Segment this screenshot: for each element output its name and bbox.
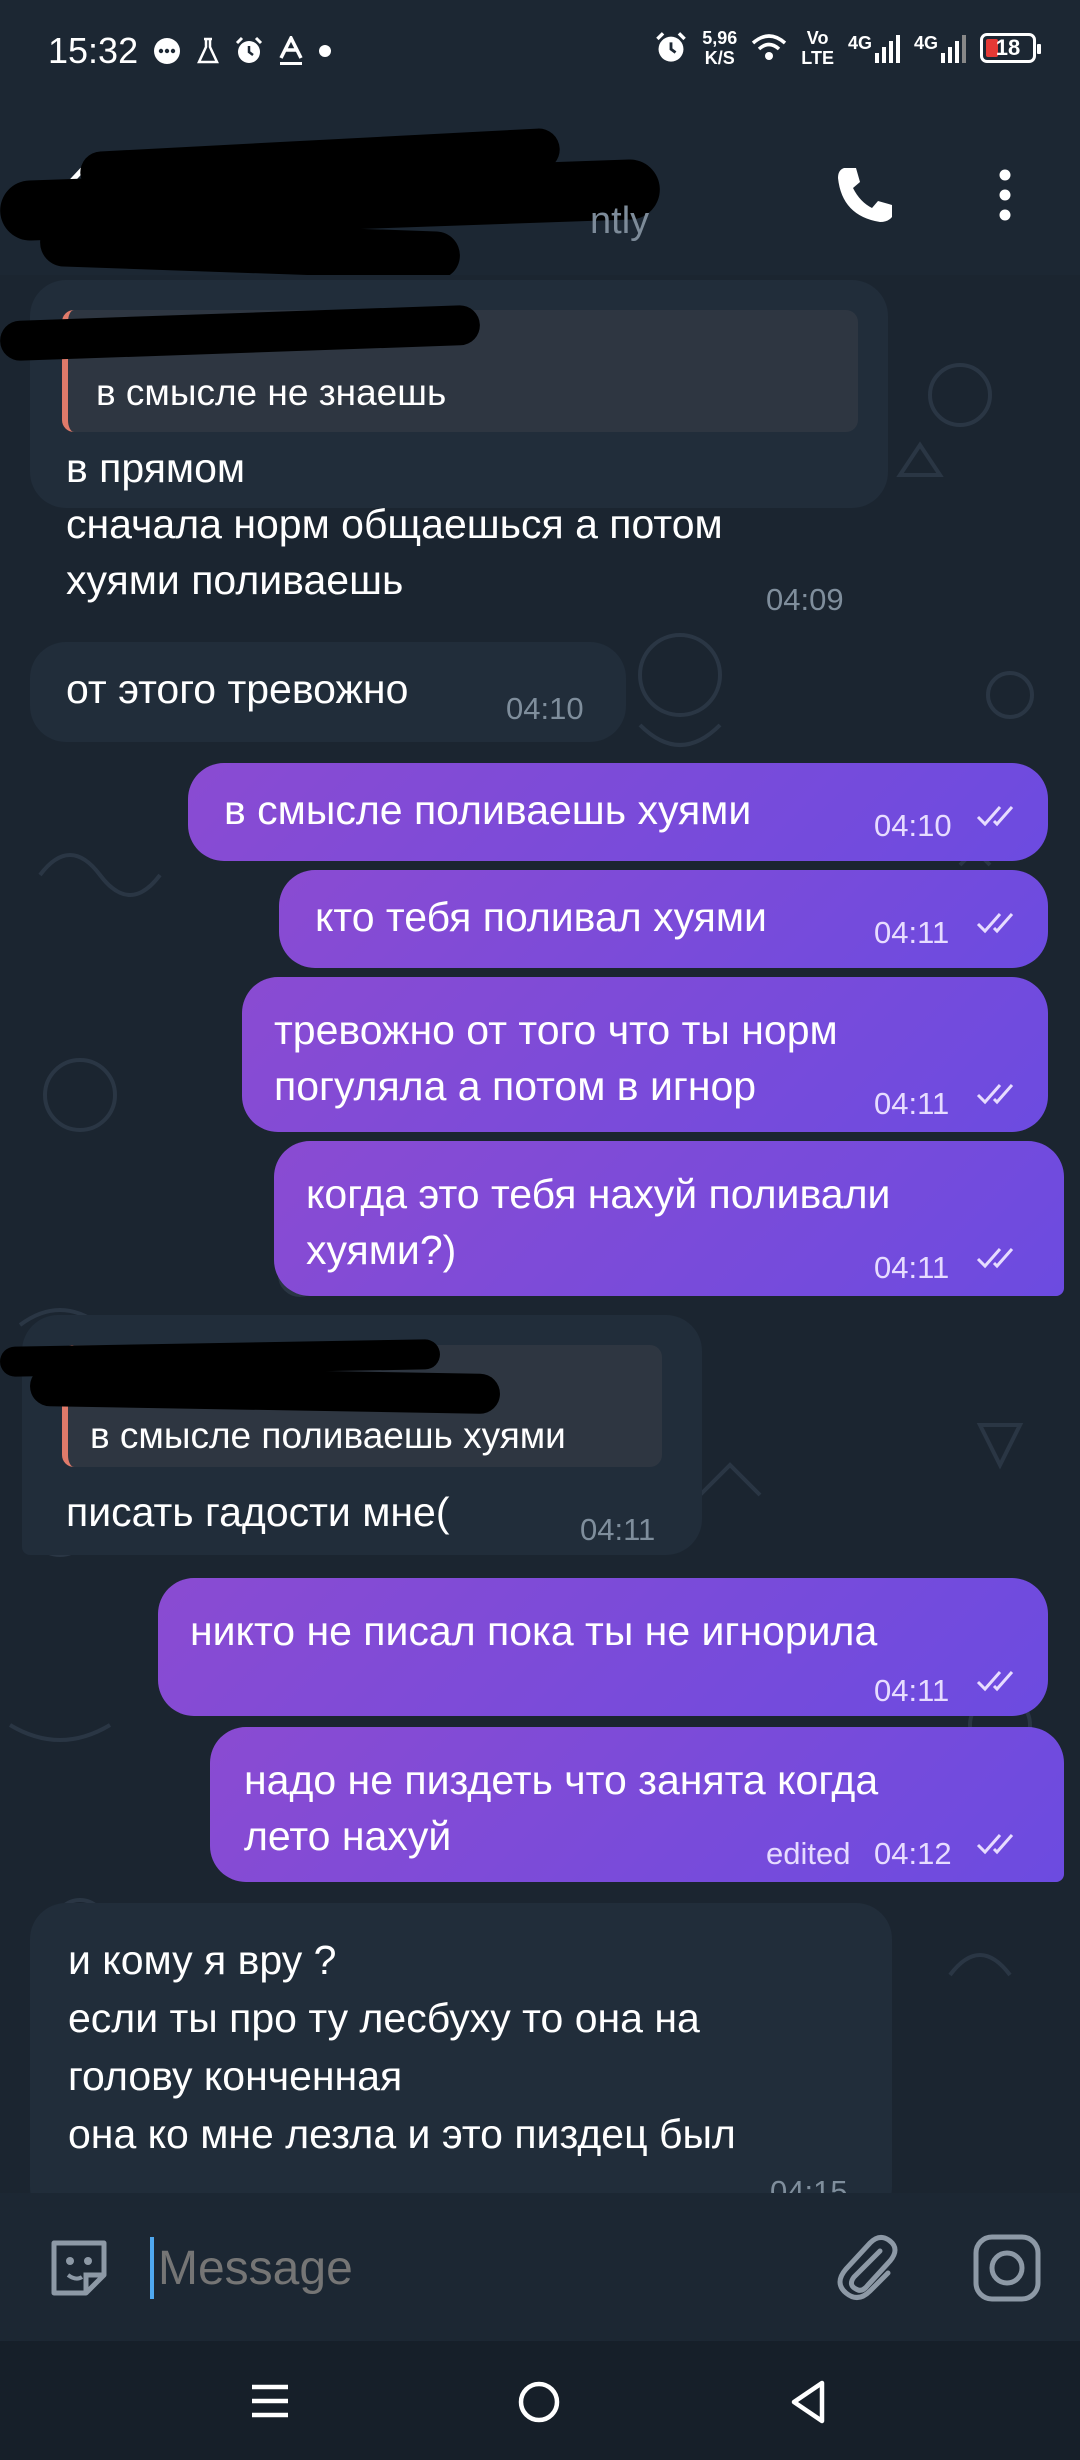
attach-icon[interactable]: [830, 2231, 904, 2305]
read-ticks-icon: [976, 1248, 1014, 1269]
message-line: хуями поливаешь: [66, 557, 404, 603]
outgoing-message[interactable]: кто тебя поливал хуями 04:11: [279, 870, 1048, 968]
message-text: кто тебя поливал хуями: [315, 894, 767, 940]
message-time: 04:11: [874, 915, 950, 950]
message-line: надо не пиздеть что занята когда: [244, 1757, 879, 1803]
read-ticks-icon: [976, 806, 1014, 827]
alarm-icon: [656, 32, 687, 62]
text-cursor: [150, 2237, 154, 2299]
message-line: сначала норм общаешься а потом: [66, 501, 723, 547]
reply-text: в смысле не знаешь: [96, 372, 447, 413]
message-time: 04:10: [506, 691, 584, 726]
message-line: голову конченная: [68, 2053, 403, 2099]
chat-icon: [154, 38, 181, 64]
signal-icon: [874, 35, 900, 63]
message-input[interactable]: [156, 2229, 800, 2307]
read-ticks-icon: [976, 913, 1014, 934]
battery-icon: 18: [980, 33, 1041, 63]
menu-icon[interactable]: [248, 2379, 292, 2423]
message-text: писать гадости мне(: [66, 1489, 450, 1535]
message-composer: [0, 2193, 1080, 2341]
status-right: 5,96 K/S Vo LTE 4G 4G 18: [654, 28, 1041, 68]
message-text: от этого тревожно: [66, 666, 409, 712]
message-time: 04:15: [770, 2174, 848, 2193]
message-time: 04:11: [580, 1512, 656, 1547]
sticker-icon[interactable]: [44, 2233, 114, 2303]
message-line: она ко мне лезла и это пиздец был: [68, 2111, 736, 2157]
camera-icon[interactable]: [970, 2231, 1044, 2305]
status-bar: 15:32 5,96 K/S Vo LTE 4G 4G 18: [0, 0, 1080, 110]
message-line: хуями?): [306, 1227, 457, 1273]
last-seen-status: ntly: [590, 200, 650, 242]
outgoing-message[interactable]: когда это тебя нахуй поливали хуями?) 04…: [274, 1141, 1064, 1296]
speed-value: 5,96: [702, 28, 738, 48]
back-icon[interactable]: [786, 2379, 830, 2425]
message-list[interactable]: в смысле не знаешь в прямом сначала норм…: [0, 275, 1080, 2193]
message-line: если ты про ту лесбуху то она на: [68, 1995, 700, 2041]
status-left: 15:32: [48, 30, 332, 72]
more-vertical-icon[interactable]: [985, 165, 1025, 225]
phone-icon[interactable]: [830, 160, 900, 230]
message-line: и кому я вру ?: [68, 1937, 337, 1983]
message-time: 04:11: [874, 1673, 950, 1708]
alarm-icon: [236, 36, 263, 63]
outgoing-message[interactable]: в смысле поливаешь хуями 04:10: [188, 763, 1048, 861]
signal-2: 4G: [914, 33, 966, 63]
volte-top: Vo: [806, 28, 829, 48]
message-time: 04:11: [874, 1250, 950, 1285]
message-line: лето нахуй: [244, 1813, 452, 1859]
message-line: тревожно от того что ты норм: [274, 1007, 838, 1053]
message-line: когда это тебя нахуй поливали: [306, 1171, 891, 1217]
home-icon[interactable]: [516, 2379, 562, 2425]
signal-icon: [941, 35, 966, 63]
message-line: погуляла а потом в игнор: [274, 1063, 757, 1109]
message-time: 04:09: [766, 582, 844, 617]
edited-label: edited: [766, 1836, 851, 1871]
volte-indicator: Vo LTE: [801, 28, 834, 68]
incoming-message[interactable]: от этого тревожно 04:10: [30, 642, 626, 742]
message-time: 04:12: [874, 1836, 952, 1871]
battery-level: 18: [995, 35, 1021, 60]
flask-icon: [197, 37, 220, 64]
read-ticks-icon: [976, 1671, 1014, 1692]
volte-bottom: LTE: [801, 48, 834, 68]
outgoing-message[interactable]: никто не писал пока ты не игнорила 04:11: [158, 1578, 1048, 1716]
network-speed: 5,96 K/S: [702, 28, 737, 68]
message-line: в прямом: [66, 445, 246, 491]
wifi-icon: [752, 34, 787, 60]
signal-1: 4G: [848, 33, 900, 63]
speed-unit: K/S: [704, 48, 735, 68]
message-time: 04:11: [874, 1086, 950, 1121]
message-text: в смысле поливаешь хуями: [224, 787, 752, 833]
message-text: никто не писал пока ты не игнорила: [190, 1608, 878, 1654]
system-nav-bar: [0, 2341, 1080, 2460]
net-type-2: 4G: [913, 33, 938, 53]
incoming-message[interactable]: и кому я вру ? если ты про ту лесбуху то…: [30, 1903, 892, 2193]
read-ticks-icon: [976, 1834, 1014, 1855]
outgoing-message[interactable]: надо не пиздеть что занята когда лето на…: [210, 1727, 1064, 1882]
message-time: 04:10: [874, 808, 952, 843]
redacted-reply-author: [29, 1365, 501, 1415]
text-a-icon: [279, 36, 303, 65]
dot-icon: [319, 45, 332, 57]
status-time: 15:32: [48, 30, 139, 71]
read-ticks-icon: [976, 1084, 1014, 1105]
reply-text: в смысле поливаешь хуями: [90, 1415, 566, 1456]
outgoing-message[interactable]: тревожно от того что ты норм погуляла а …: [242, 977, 1048, 1132]
net-type-1: 4G: [847, 33, 872, 53]
